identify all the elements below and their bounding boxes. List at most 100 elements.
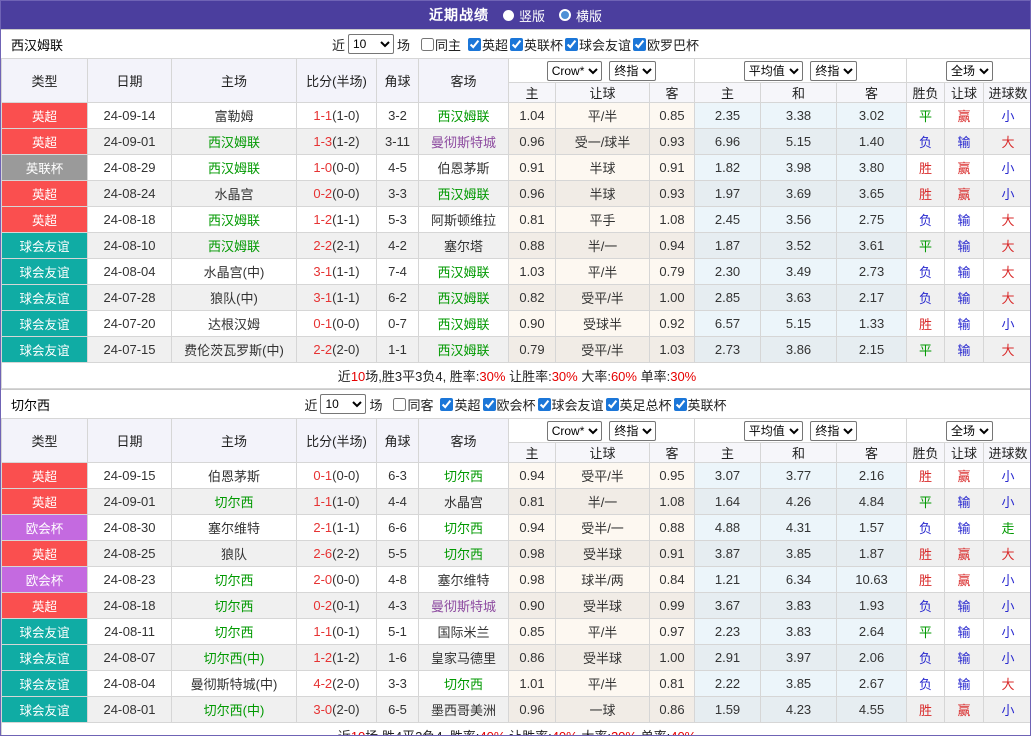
away-team-cell[interactable]: 曼彻斯特城 [419,129,509,155]
home-team-cell[interactable]: 切尔西 [172,567,297,593]
league-checkbox[interactable] [440,398,453,411]
match-count-select[interactable]: 10 [320,394,366,414]
away-team-cell[interactable]: 曼彻斯特城 [419,593,509,619]
league-label: 英足总杯 [620,395,672,414]
league-filter[interactable]: 欧罗巴杯 [633,35,699,54]
away-team-cell[interactable]: 伯恩茅斯 [419,155,509,181]
avg-source-select[interactable]: 平均值 [744,61,803,81]
home-team-cell[interactable]: 切尔西 [172,593,297,619]
away-team-cell[interactable]: 西汉姆联 [419,285,509,311]
home-team-cell[interactable]: 西汉姆联 [172,233,297,259]
league-type-badge: 欧会杯 [2,567,88,593]
league-filter[interactable]: 球会友谊 [565,35,631,54]
home-team-cell[interactable]: 切尔西 [172,619,297,645]
home-team-cell[interactable]: 狼队 [172,541,297,567]
league-checkbox[interactable] [674,398,687,411]
league-filter[interactable]: 英超 [468,35,508,54]
view-option-horizontal[interactable]: 横版 [559,6,602,25]
same-venue-checkbox[interactable] [393,398,406,411]
handicap-cell: 受半球 [556,593,650,619]
league-filter[interactable]: 英超 [440,395,480,414]
view-option-vertical[interactable]: 竖版 [503,6,545,25]
away-team-cell[interactable]: 皇家马德里 [419,645,509,671]
league-label: 英联杯 [524,35,563,54]
league-filter[interactable]: 球会友谊 [538,395,604,414]
avg-draw-cell: 3.97 [761,645,837,671]
odds-stage-select[interactable]: 终指 [609,421,656,441]
away-odds-cell: 1.08 [650,207,695,233]
away-team-cell[interactable]: 墨西哥美洲 [419,697,509,723]
handicap-result-cell: 输 [945,285,984,311]
avg-source-select[interactable]: 平均值 [744,421,803,441]
handicap-result-cell: 输 [945,671,984,697]
league-filter[interactable]: 英联杯 [674,395,727,414]
home-team-cell[interactable]: 西汉姆联 [172,207,297,233]
away-team-cell[interactable]: 塞尔塔 [419,233,509,259]
away-team-cell[interactable]: 西汉姆联 [419,337,509,363]
avg-home-cell: 1.21 [695,567,761,593]
odds-provider-select[interactable]: Crow* [547,421,602,441]
radio-unselected-icon[interactable] [559,9,571,21]
odds-provider-select[interactable]: Crow* [547,61,602,81]
league-checkbox[interactable] [606,398,619,411]
away-team-cell[interactable]: 阿斯顿维拉 [419,207,509,233]
home-team-cell[interactable]: 狼队(中) [172,285,297,311]
corner-cell: 6-6 [377,515,419,541]
away-team-cell[interactable]: 水晶宫 [419,489,509,515]
league-filter[interactable]: 欧会杯 [483,395,536,414]
away-team-cell[interactable]: 西汉姆联 [419,181,509,207]
avg-stage-select[interactable]: 终指 [810,61,857,81]
avg-draw-cell: 3.98 [761,155,837,181]
league-checkbox[interactable] [633,38,646,51]
home-team-cell[interactable]: 切尔西(中) [172,697,297,723]
avg-away-cell: 1.33 [837,311,907,337]
home-team-cell[interactable]: 达根汉姆 [172,311,297,337]
away-team-cell[interactable]: 切尔西 [419,515,509,541]
outcome-cell: 胜 [907,541,945,567]
radio-selected-icon[interactable] [503,10,514,21]
away-team-cell[interactable]: 塞尔维特 [419,567,509,593]
away-team-cell[interactable]: 切尔西 [419,671,509,697]
home-team-cell[interactable]: 西汉姆联 [172,129,297,155]
league-checkbox[interactable] [565,38,578,51]
away-team-cell[interactable]: 切尔西 [419,463,509,489]
avg-group-header: 平均值 终指 [695,59,907,83]
away-team-cell[interactable]: 西汉姆联 [419,311,509,337]
avg-stage-select[interactable]: 终指 [810,421,857,441]
away-team-cell[interactable]: 国际米兰 [419,619,509,645]
date-cell: 24-08-25 [88,541,172,567]
league-checkbox[interactable] [468,38,481,51]
avg-away-cell: 3.80 [837,155,907,181]
same-venue-label: 同主 [435,35,461,54]
away-team-cell[interactable]: 西汉姆联 [419,103,509,129]
same-venue-filter[interactable]: 同客 [393,395,433,414]
home-team-cell[interactable]: 水晶宫 [172,181,297,207]
league-checkbox[interactable] [510,38,523,51]
home-team-cell[interactable]: 伯恩茅斯 [172,463,297,489]
home-team-cell[interactable]: 切尔西 [172,489,297,515]
date-cell: 24-08-24 [88,181,172,207]
league-filters: 英超英联杯球会友谊欧罗巴杯 [466,35,699,54]
home-team-cell[interactable]: 西汉姆联 [172,155,297,181]
match-count-select[interactable]: 10 [348,34,394,54]
date-cell: 24-09-01 [88,489,172,515]
away-team-cell[interactable]: 西汉姆联 [419,259,509,285]
league-filter[interactable]: 英联杯 [510,35,563,54]
same-venue-filter[interactable]: 同主 [421,35,461,54]
result-scope-select[interactable]: 全场 [946,61,993,81]
result-scope-select[interactable]: 全场 [946,421,993,441]
home-odds-cell: 1.01 [509,671,556,697]
home-team-cell[interactable]: 水晶宫(中) [172,259,297,285]
league-filter[interactable]: 英足总杯 [606,395,672,414]
away-team-cell[interactable]: 切尔西 [419,541,509,567]
league-checkbox[interactable] [483,398,496,411]
same-venue-checkbox[interactable] [421,38,434,51]
home-team-cell[interactable]: 费伦茨瓦罗斯(中) [172,337,297,363]
home-team-cell[interactable]: 曼彻斯特城(中) [172,671,297,697]
odds-stage-select[interactable]: 终指 [609,61,656,81]
handicap-result-cell: 输 [945,619,984,645]
home-team-cell[interactable]: 切尔西(中) [172,645,297,671]
home-team-cell[interactable]: 塞尔维特 [172,515,297,541]
league-checkbox[interactable] [538,398,551,411]
home-team-cell[interactable]: 富勒姆 [172,103,297,129]
